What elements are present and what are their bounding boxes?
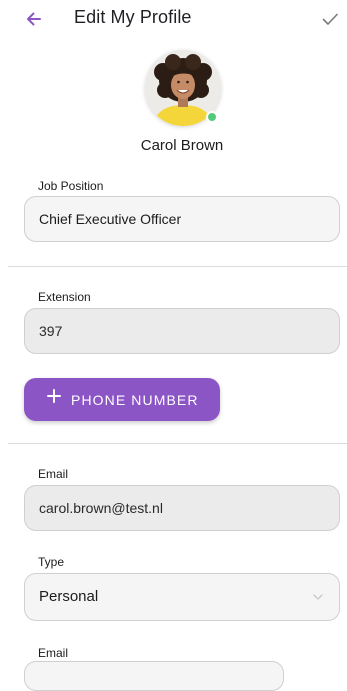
job-position-label: Job Position: [38, 179, 104, 193]
avatar-container[interactable]: [145, 50, 221, 126]
email-type-select[interactable]: Personal: [24, 573, 340, 621]
email-type-label: Type: [38, 555, 65, 569]
extension-input[interactable]: 397: [24, 308, 340, 354]
add-phone-number-button[interactable]: PHONE NUMBER: [24, 378, 220, 421]
checkmark-icon: [322, 13, 338, 25]
job-position-input[interactable]: Chief Executive Officer: [24, 196, 340, 242]
save-button[interactable]: [320, 9, 340, 29]
section-divider: [8, 266, 347, 267]
extension-label: Extension: [38, 290, 91, 304]
chevron-down-icon: [313, 594, 323, 600]
user-name: Carol Brown: [140, 137, 224, 154]
add-phone-number-label: PHONE NUMBER: [71, 392, 199, 408]
email-label: Email: [38, 467, 69, 481]
email-label-2: Email: [38, 646, 69, 660]
plus-icon: [47, 389, 61, 403]
online-status-indicator: [206, 111, 218, 123]
email-type-value: Personal: [39, 588, 99, 605]
section-divider: [8, 443, 347, 444]
app-header: Edit My Profile: [0, 0, 347, 38]
page-title: Edit My Profile: [74, 7, 192, 27]
email-input[interactable]: carol.brown@test.nl: [24, 485, 340, 531]
email-input-2[interactable]: [24, 661, 284, 691]
back-button[interactable]: [24, 9, 44, 29]
arrow-left-icon: [27, 12, 41, 26]
